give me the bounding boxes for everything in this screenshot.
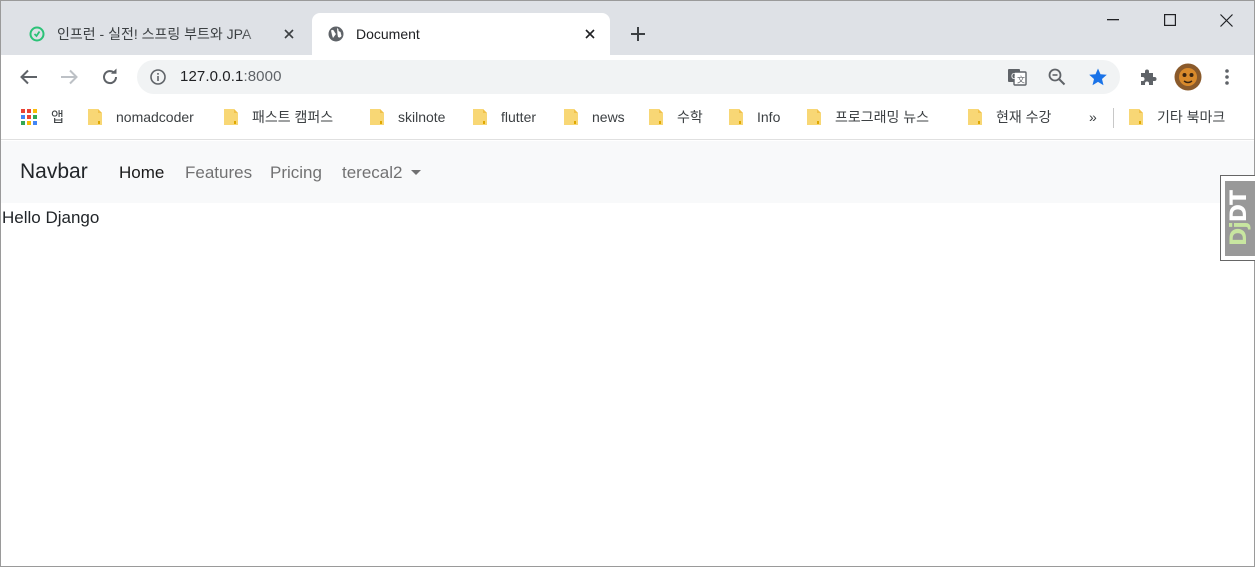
arrow-left-icon [20,69,37,85]
django-debug-toolbar-handle[interactable]: DjDT [1220,175,1255,261]
folder-icon [473,109,487,125]
folder-icon [968,109,982,125]
close-window-button[interactable] [1198,1,1255,39]
menu-kebab-icon[interactable] [1213,63,1241,91]
close-tab-icon[interactable] [580,24,600,44]
plus-icon [631,27,645,41]
bookmark-label: 프로그래밍 뉴스 [835,109,930,125]
tab-title: Document [356,26,420,42]
forward-button[interactable] [53,61,85,93]
close-icon [1220,13,1233,27]
bookmark-label: 패스트 캠퍼스 [252,109,334,125]
svg-text:文: 文 [1017,75,1025,85]
bookmark-folder[interactable]: 수학 [648,107,703,127]
tab-strip: 인프런 - 실전! 스프링 부트와 JPA Document [1,1,1254,55]
globe-icon [328,26,344,42]
bookmark-label: Info [757,109,781,125]
bookmark-other[interactable]: 기타 북마크 [1128,107,1225,127]
bookmarks-overflow-button[interactable]: » [1089,107,1097,127]
nav-dropdown-toggle[interactable]: terecal2 [342,163,422,183]
reload-icon [103,68,118,85]
bookmark-label: 앱 [51,109,64,125]
bookmark-label: 수학 [677,109,703,125]
tab-document[interactable]: Document [312,13,610,55]
djdt-logo-prefix: Dj [1227,222,1253,247]
djdt-badge: DjDT [1225,181,1255,256]
inflearn-icon [29,26,45,42]
tab-title: 인프런 - 실전! 스프링 부트와 JPA [57,26,252,42]
bookmark-label: 현재 수강 [996,109,1052,125]
djdt-logo: DjDT [1228,191,1253,246]
folder-icon [370,109,384,125]
apps-grid-icon [21,109,37,125]
caret-down-icon [411,170,422,175]
url-host: 127.0.0.1 [180,68,244,85]
site-navbar: Navbar Home Features Pricing terecal2 [1,141,1254,203]
bookmark-apps[interactable]: 앱 [21,107,64,127]
browser-toolbar: 127.0.0.1:8000 G文 [1,55,1254,99]
url-text: 127.0.0.1:8000 [180,68,282,85]
url-port: :8000 [243,68,282,85]
bookmark-folder[interactable]: 패스트 캠퍼스 [223,107,333,127]
new-tab-button[interactable] [625,21,651,47]
bookmark-label: nomadcoder [116,109,194,125]
bookmark-label: news [592,109,625,125]
folder-icon [807,109,821,125]
bookmarks-bar: 앱 nomadcoder 패스트 캠퍼스 skilnote flutter news 수학… [1,99,1254,140]
reload-button[interactable] [94,61,126,93]
folder-icon [729,109,743,125]
profile-avatar[interactable] [1174,63,1202,91]
bookmarks-divider [1113,108,1114,128]
bookmark-star-icon[interactable] [1088,67,1108,87]
bookmark-folder[interactable]: flutter [472,107,536,127]
bookmark-folder[interactable]: 현재 수강 [967,107,1051,127]
tab-inflearn[interactable]: 인프런 - 실전! 스프링 부트와 JPA [13,13,309,55]
zoom-out-icon[interactable] [1047,67,1067,87]
nav-link-pricing[interactable]: Pricing [270,163,322,183]
arrow-right-icon [61,69,78,85]
bookmark-folder[interactable]: nomadcoder [87,107,194,127]
minimize-button[interactable] [1084,1,1141,39]
bookmark-label: flutter [501,109,537,125]
translate-icon[interactable]: G文 [1007,67,1027,87]
folder-icon [224,109,238,125]
back-button[interactable] [13,61,45,93]
extensions-icon[interactable] [1134,63,1162,91]
bookmark-label: 기타 북마크 [1157,109,1226,125]
address-bar[interactable]: 127.0.0.1:8000 G文 [137,60,1120,94]
body-text: Hello Django [2,208,100,227]
maximize-icon [1163,14,1176,26]
nav-link-home[interactable]: Home [119,163,164,183]
minimize-icon [1106,19,1119,21]
bookmark-folder[interactable]: skilnote [369,107,445,127]
nav-dropdown-label: terecal2 [342,163,403,182]
nav-link-features[interactable]: Features [185,163,252,183]
folder-icon [88,109,102,125]
folder-icon [649,109,663,125]
chevron-double-right-icon: » [1089,109,1097,125]
info-icon[interactable] [149,68,167,86]
close-tab-icon[interactable] [279,24,299,44]
bookmark-label: skilnote [398,109,446,125]
djdt-logo-suffix: DT [1227,190,1253,223]
maximize-button[interactable] [1141,1,1198,39]
folder-icon [564,109,578,125]
bookmark-folder[interactable]: 프로그래밍 뉴스 [806,107,929,127]
bookmark-folder[interactable]: Info [728,107,780,127]
navbar-brand[interactable]: Navbar [20,160,88,184]
avatar-icon [1174,63,1202,91]
bookmark-folder[interactable]: news [563,107,625,127]
page-viewport: Navbar Home Features Pricing terecal2 He… [1,141,1255,566]
folder-icon [1129,109,1143,125]
